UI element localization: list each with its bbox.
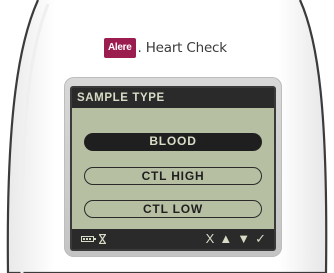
status-bar: X ▲ ▼ ✓ xyxy=(72,229,274,249)
soft-keys: X ▲ ▼ ✓ xyxy=(206,230,268,248)
down-arrow-icon[interactable]: ▼ xyxy=(237,230,252,248)
option-ctl-low[interactable]: CTL LOW xyxy=(84,200,262,218)
cancel-icon[interactable]: X xyxy=(206,230,217,248)
confirm-icon[interactable]: ✓ xyxy=(255,230,268,248)
up-arrow-icon[interactable]: ▲ xyxy=(219,230,234,248)
lcd-screen: SAMPLE TYPE BLOOD CTL HIGH CTL LOW X ▲ ▼… xyxy=(72,88,274,249)
brand-header: Alere . Heart Check xyxy=(104,37,227,59)
hourglass-icon xyxy=(99,234,106,244)
battery-icon xyxy=(81,236,96,242)
product-name: . Heart Check xyxy=(137,40,228,56)
option-blood[interactable]: BLOOD xyxy=(84,133,262,151)
alere-logo: Alere xyxy=(104,38,136,58)
screen-title: SAMPLE TYPE xyxy=(72,88,274,108)
option-ctl-high[interactable]: CTL HIGH xyxy=(84,167,262,185)
